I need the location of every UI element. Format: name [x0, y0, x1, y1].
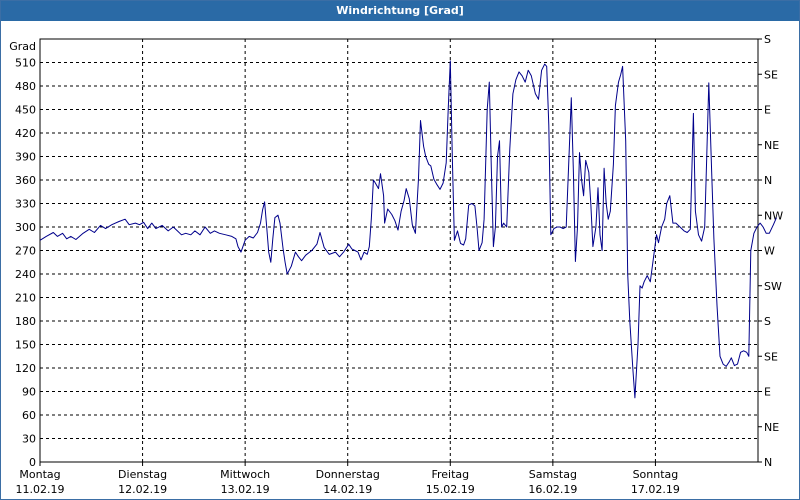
y2-tick-label: SE — [764, 68, 778, 81]
x-tick-date: 14.02.19 — [323, 483, 372, 496]
x-tick-date: 15.02.19 — [426, 483, 475, 496]
x-tick-day: Mittwoch — [220, 468, 270, 481]
wind-direction-chart: 0306090120150180210240270300330360390420… — [9, 33, 783, 496]
y-tick-label: 360 — [15, 174, 36, 187]
x-tick-date: 12.02.19 — [118, 483, 167, 496]
x-tick-day: Montag — [19, 468, 60, 481]
y-tick-label: 300 — [15, 221, 36, 234]
y-tick-label: 420 — [15, 127, 36, 140]
y-tick-label: 210 — [15, 292, 36, 305]
y2-tick-label: E — [764, 386, 771, 399]
y2-tick-label: S — [764, 315, 771, 328]
y-tick-label: 180 — [15, 315, 36, 328]
x-tick-day: Sonntag — [633, 468, 679, 481]
y2-tick-label: SE — [764, 350, 778, 363]
y-tick-label: 30 — [22, 433, 36, 446]
y-tick-label: 480 — [15, 80, 36, 93]
y-tick-label: 390 — [15, 151, 36, 164]
y2-tick-label: NE — [764, 139, 779, 152]
x-tick-date: 16.02.19 — [528, 483, 577, 496]
y-tick-label: 60 — [22, 409, 36, 422]
y2-tick-label: E — [764, 104, 771, 117]
y-tick-label: 240 — [15, 268, 36, 281]
y2-tick-label: W — [764, 245, 775, 258]
y2-tick-label: SW — [764, 280, 782, 293]
y2-tick-label: S — [764, 33, 771, 46]
x-tick-day: Donnerstag — [316, 468, 380, 481]
plot-area-frame — [39, 38, 759, 463]
y2-tick-label: NE — [764, 421, 779, 434]
x-tick-day: Dienstag — [118, 468, 167, 481]
y-tick-label: 270 — [15, 245, 36, 258]
x-tick-date: 11.02.19 — [16, 483, 65, 496]
x-tick-date: 17.02.19 — [631, 483, 680, 496]
x-tick-day: Freitag — [431, 468, 469, 481]
y-tick-label: 150 — [15, 339, 36, 352]
x-tick-date: 13.02.19 — [221, 483, 270, 496]
y2-tick-label: N — [764, 174, 772, 187]
y-tick-label: 120 — [15, 362, 36, 375]
x-tick-day: Samstag — [529, 468, 577, 481]
y2-tick-label: NW — [764, 209, 783, 222]
y-tick-label: 510 — [15, 57, 36, 70]
y-tick-label: 450 — [15, 104, 36, 117]
y-axis-label: Grad — [9, 40, 36, 53]
y-tick-label: 90 — [22, 386, 36, 399]
y-tick-label: 330 — [15, 198, 36, 211]
y2-tick-label: N — [764, 456, 772, 469]
series-line — [39, 60, 777, 399]
